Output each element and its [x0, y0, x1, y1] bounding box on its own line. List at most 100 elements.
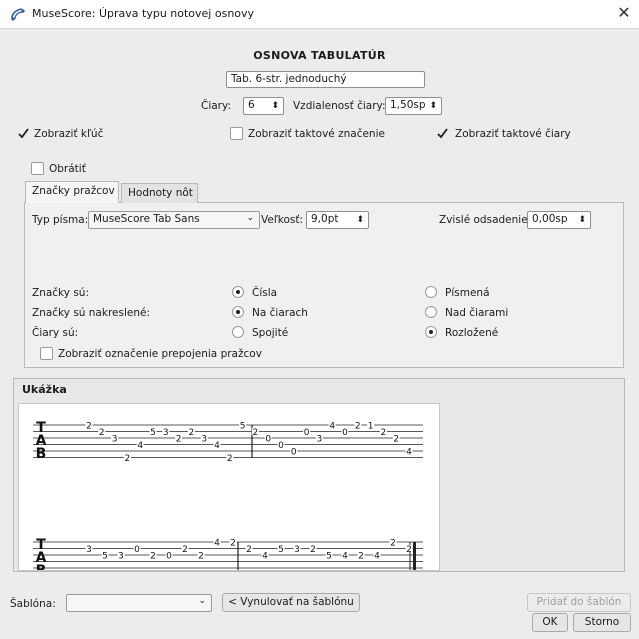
show-backtrack-label: Zobraziť označenie prepojenia pražcov: [58, 348, 262, 360]
fret-number: 3: [294, 545, 300, 555]
title-bar: MuseScore: Úprava typu notovej osnovy ✕: [0, 0, 639, 29]
fret-number: 3: [112, 434, 118, 444]
radio-numbers[interactable]: [232, 286, 244, 298]
radio-above-lines-label: Nad čiarami: [445, 307, 509, 319]
font-select[interactable]: MuseScore Tab Sans ⌄: [88, 211, 260, 229]
preview-canvas: TAB22324532234252000034021224TAB35302022…: [18, 403, 440, 571]
show-clef-label: Zobraziť kľúč: [34, 128, 104, 140]
fret-number: 2: [182, 545, 188, 555]
fret-number: 0: [134, 545, 140, 555]
tab-note-values[interactable]: Hodnoty nôt: [121, 183, 198, 203]
lines-spinbox[interactable]: 6 ⬍: [243, 97, 284, 115]
radio-selected-dot: [236, 310, 240, 314]
show-time-signature-label: Zobraziť taktové značenie: [248, 128, 385, 140]
upside-down-checkbox[interactable]: [31, 162, 44, 175]
tab-clef-letter: B: [36, 446, 47, 462]
fret-number: 1: [368, 421, 374, 431]
fret-number: 3: [118, 551, 124, 561]
close-icon[interactable]: ✕: [614, 3, 634, 23]
fret-number: 2: [227, 454, 233, 464]
fret-number: 2: [406, 545, 412, 555]
fret-number: 4: [329, 421, 335, 431]
show-clef-checkbox[interactable]: [17, 127, 30, 140]
fret-number: 0: [304, 428, 310, 438]
cancel-button[interactable]: Storno: [573, 613, 631, 632]
staff-type-name-input[interactable]: Tab. 6-str. jednoduchý: [226, 71, 425, 88]
radio-continuous[interactable]: [232, 326, 244, 338]
font-label: Typ písma:: [32, 214, 89, 226]
show-time-signature-checkbox[interactable]: [230, 127, 243, 140]
vertical-offset-label: Zvislé odsadenie:: [439, 214, 532, 226]
fret-number: 2: [358, 551, 364, 561]
spin-arrows-icon: ⬍: [271, 101, 279, 111]
radio-letters[interactable]: [425, 286, 437, 298]
template-select[interactable]: ⌄: [66, 594, 212, 612]
tablature-preview: TAB223245 3223425200003402 1224TAB35 302 022…: [33, 420, 423, 571]
preview-label: Ukážka: [22, 383, 67, 396]
tab-fret-marks[interactable]: Značky pražcov: [25, 181, 119, 203]
fret-number: 0: [265, 434, 271, 444]
show-backtrack-checkbox[interactable]: [40, 347, 53, 360]
radio-broken[interactable]: [425, 326, 437, 338]
upside-down-label: Obrátiť: [49, 163, 86, 175]
lines-are-label: Čiary sú:: [32, 327, 79, 339]
fret-number: 4: [374, 551, 380, 561]
font-select-value: MuseScore Tab Sans: [93, 213, 200, 225]
fret-number: 4: [342, 551, 348, 561]
radio-broken-label: Rozložené: [445, 327, 499, 339]
spin-arrows-icon: ⬍: [578, 215, 586, 225]
fret-number: 2: [198, 551, 204, 561]
fret-number: 2: [86, 421, 92, 431]
fret-number: 5: [102, 551, 108, 561]
radio-above-lines[interactable]: [425, 306, 437, 318]
lines-label: Čiary:: [201, 100, 231, 112]
fret-number: 2: [189, 428, 195, 438]
fret-number: 0: [291, 447, 297, 457]
reset-to-template-button[interactable]: < Vynulovať na šablónu: [222, 593, 360, 612]
radio-on-lines[interactable]: [232, 306, 244, 318]
vertical-offset-value: 0,00sp: [532, 213, 568, 225]
fret-number: 3: [201, 434, 207, 444]
vertical-offset-spinbox[interactable]: 0,00sp ⬍: [527, 211, 591, 229]
fret-number: 2: [125, 454, 131, 464]
section-title: OSNOVA TABULATÚR: [253, 49, 386, 62]
fret-number: 2: [230, 538, 236, 548]
show-barlines-label: Zobraziť taktové čiary: [455, 128, 571, 140]
add-to-templates-button[interactable]: Pridať do šablón: [527, 593, 631, 612]
fret-number: 3: [86, 545, 92, 555]
radio-selected-dot: [429, 330, 433, 334]
fret-number: 4: [406, 447, 412, 457]
chevron-down-icon: ⌄: [198, 596, 206, 606]
ok-button[interactable]: OK: [532, 613, 568, 632]
line-distance-label: Vzdialenosť čiary:: [293, 100, 386, 112]
final-barline: [413, 542, 416, 570]
fret-number: 2: [253, 428, 259, 438]
fret-number: 2: [99, 428, 105, 438]
fret-number: 2: [381, 428, 387, 438]
size-spinbox[interactable]: 9,0pt ⬍: [306, 211, 369, 229]
fret-number: 2: [390, 538, 396, 548]
lines-value: 6: [248, 99, 255, 111]
marks-drawn-label: Značky sú nakreslené:: [32, 307, 150, 319]
fret-number: 5: [150, 428, 156, 438]
window-title: MuseScore: Úprava typu notovej osnovy: [32, 7, 255, 20]
fret-number: 4: [137, 441, 143, 451]
fret-number: 5: [326, 551, 332, 561]
fret-number: 4: [214, 538, 220, 548]
radio-continuous-label: Spojité: [252, 327, 289, 339]
fret-number: 2: [393, 434, 399, 444]
spin-arrows-icon: ⬍: [429, 101, 437, 111]
fret-number: 0: [166, 551, 172, 561]
tab-clef-letter: B: [36, 563, 47, 571]
line-distance-spinbox[interactable]: 1,50sp ⬍: [385, 97, 442, 115]
fret-number: 4: [214, 441, 220, 451]
show-barlines-checkbox[interactable]: [436, 127, 449, 140]
chevron-down-icon: ⌄: [246, 213, 254, 223]
fret-number: 2: [150, 551, 156, 561]
size-label: Veľkosť:: [261, 214, 304, 226]
fret-number: 0: [278, 441, 284, 451]
fret-number: 3: [317, 434, 323, 444]
fret-number: 5: [278, 545, 284, 555]
fret-number: 2: [310, 545, 316, 555]
radio-selected-dot: [236, 290, 240, 294]
